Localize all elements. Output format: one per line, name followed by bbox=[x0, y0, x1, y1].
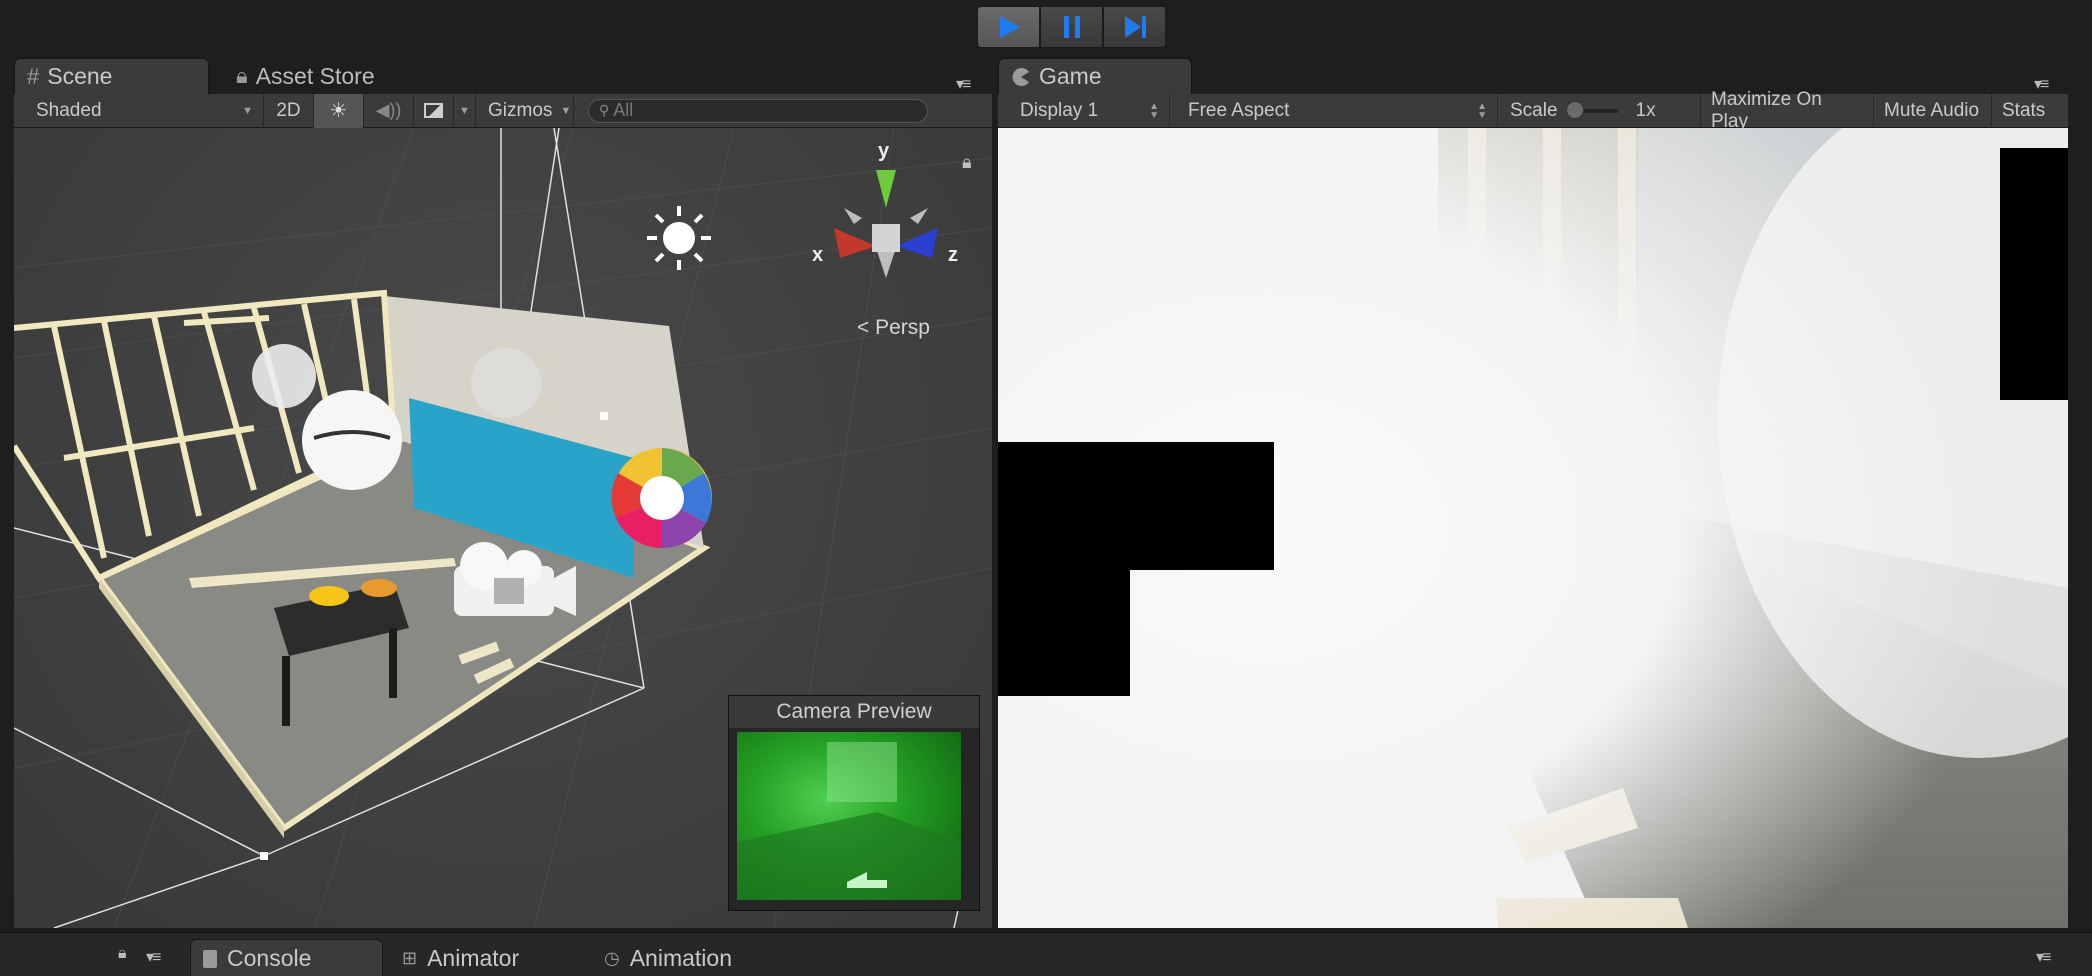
lock-icon[interactable]: 🔒︎ bbox=[962, 152, 972, 173]
scene-toolbar: Shaded ▼ 2D ☀ ◀)) ▼ Gizmos ▼ ⚲ All bbox=[14, 93, 992, 128]
draw-mode-value: Shaded bbox=[36, 99, 102, 121]
lighting-toggle[interactable]: ☀ bbox=[314, 93, 364, 128]
panel-menu-icon[interactable]: ▾≡ bbox=[2034, 74, 2049, 94]
light-bulb-gizmo bbox=[302, 390, 402, 490]
panel-menu-icon[interactable]: ▾≡ bbox=[2036, 947, 2051, 967]
play-icon bbox=[999, 16, 1020, 38]
image-icon bbox=[424, 103, 443, 118]
game-pacman-icon bbox=[1012, 67, 1029, 86]
tab-scene-label: Scene bbox=[47, 63, 113, 89]
game-render bbox=[998, 128, 2068, 928]
light-bulb-gizmo bbox=[471, 348, 541, 418]
pause-icon bbox=[1063, 16, 1080, 38]
stats-label: Stats bbox=[2002, 99, 2046, 121]
tab-game[interactable]: Game bbox=[998, 58, 1192, 94]
axis-z-label: z bbox=[948, 244, 958, 266]
search-icon: ⚲ bbox=[599, 102, 610, 118]
tab-animation-label: Animation bbox=[629, 944, 732, 971]
console-icon bbox=[203, 949, 217, 968]
pause-button[interactable] bbox=[1040, 6, 1103, 48]
aspect-dropdown[interactable]: Free Aspect ▲ ▼ bbox=[1170, 93, 1498, 128]
gizmos-label: Gizmos bbox=[488, 99, 553, 121]
tab-animator[interactable]: ⊞ Animator bbox=[390, 939, 570, 976]
play-button[interactable] bbox=[977, 6, 1040, 48]
camera-preview: Camera Preview bbox=[728, 695, 980, 911]
animator-icon: ⊞ bbox=[402, 947, 418, 968]
display-value: Display 1 bbox=[1020, 99, 1099, 121]
tab-animation[interactable]: ◷ Animation bbox=[592, 939, 792, 976]
handle-point[interactable] bbox=[260, 852, 268, 860]
play-controls bbox=[977, 6, 1166, 48]
scene-search-input[interactable]: ⚲ All bbox=[588, 98, 928, 123]
scene-hash-icon: # bbox=[27, 63, 40, 89]
aspect-value: Free Aspect bbox=[1188, 99, 1290, 121]
clock-icon: ◷ bbox=[604, 947, 620, 968]
gizmos-dropdown[interactable]: Gizmos ▼ bbox=[476, 93, 574, 128]
stats-toggle[interactable]: Stats bbox=[1992, 94, 2058, 128]
persp-label: Persp bbox=[875, 316, 930, 339]
2d-label: 2D bbox=[276, 99, 301, 121]
sun-icon: ☀ bbox=[329, 100, 348, 122]
step-button[interactable] bbox=[1103, 6, 1166, 48]
chevron-down-icon: ▼ bbox=[560, 104, 572, 117]
step-icon bbox=[1124, 16, 1146, 38]
lock-icon[interactable]: 🔒︎ bbox=[118, 945, 127, 963]
scene-tabstrip: # Scene 🔒︎ Asset Store ▾≡ bbox=[14, 58, 992, 94]
scale-slider-knob[interactable] bbox=[1565, 100, 1584, 119]
mute-audio-toggle[interactable]: Mute Audio bbox=[1874, 93, 1992, 128]
handle-point[interactable] bbox=[600, 412, 608, 420]
directional-light-gizmo bbox=[647, 206, 711, 270]
tab-animator-label: Animator bbox=[427, 944, 520, 971]
axis-x-label: x bbox=[812, 244, 824, 266]
tab-asset-store-label: Asset Store bbox=[255, 62, 375, 89]
maximize-on-play-label: Maximize On Play bbox=[1711, 88, 1822, 132]
bottom-panel-bar: 🔒︎ ▾≡ Console ⊞ Animator ◷ Animation ▾≡ bbox=[0, 932, 2092, 976]
mute-audio-label: Mute Audio bbox=[1884, 99, 1980, 121]
2d-toggle[interactable]: 2D bbox=[264, 93, 314, 128]
axis-y-label: y bbox=[878, 140, 890, 162]
audio-toggle[interactable]: ◀)) bbox=[364, 93, 414, 128]
lock-icon: 🔒︎ bbox=[236, 63, 248, 88]
tab-asset-store[interactable]: 🔒︎ Asset Store bbox=[224, 58, 424, 94]
updown-arrows-icon: ▲ ▼ bbox=[1477, 100, 1487, 121]
orientation-gizmo[interactable] bbox=[834, 170, 938, 278]
light-bulb-gizmo bbox=[252, 344, 316, 408]
speaker-icon: ◀)) bbox=[375, 100, 402, 120]
persp-toggle[interactable]: < Persp bbox=[857, 316, 930, 340]
tab-console[interactable]: Console bbox=[190, 939, 383, 976]
draw-mode-dropdown[interactable]: Shaded ▼ bbox=[14, 93, 264, 128]
post-processing-gizmo bbox=[611, 448, 712, 549]
tab-game-label: Game bbox=[1039, 63, 1102, 89]
display-dropdown[interactable]: Display 1 ▲ ▼ bbox=[998, 93, 1170, 128]
effects-dropdown[interactable]: ▼ bbox=[454, 93, 476, 128]
chevron-left-icon: < bbox=[857, 316, 870, 339]
game-toolbar: Display 1 ▲ ▼ Free Aspect ▲ ▼ Scale 1x Max… bbox=[998, 89, 2068, 132]
camera-preview-image bbox=[737, 732, 961, 900]
tab-console-label: Console bbox=[227, 945, 312, 971]
game-viewport[interactable] bbox=[998, 128, 2068, 928]
scale-slider[interactable]: Scale 1x bbox=[1498, 94, 1700, 128]
panel-menu-icon[interactable]: ▾≡ bbox=[146, 947, 161, 967]
updown-arrows-icon: ▲ ▼ bbox=[1149, 100, 1159, 121]
tab-scene[interactable]: # Scene bbox=[14, 58, 209, 94]
game-tabstrip: Game ▾≡ bbox=[998, 58, 2068, 94]
scale-value: 1x bbox=[1635, 99, 1656, 121]
search-placeholder: All bbox=[613, 100, 634, 120]
panel-menu-icon[interactable]: ▾≡ bbox=[956, 74, 971, 94]
camera-preview-title: Camera Preview bbox=[729, 696, 979, 728]
maximize-on-play-toggle[interactable]: Maximize On Play bbox=[1700, 89, 1874, 132]
chevron-down-icon: ▼ bbox=[459, 104, 470, 117]
effects-toggle[interactable] bbox=[414, 93, 454, 128]
scale-slider-track[interactable] bbox=[1565, 100, 1618, 119]
chevron-down-icon: ▼ bbox=[242, 104, 253, 117]
scene-viewport[interactable]: y x z 🔒︎ < Persp Camera Preview bbox=[14, 128, 992, 928]
scale-label: Scale bbox=[1510, 99, 1558, 121]
